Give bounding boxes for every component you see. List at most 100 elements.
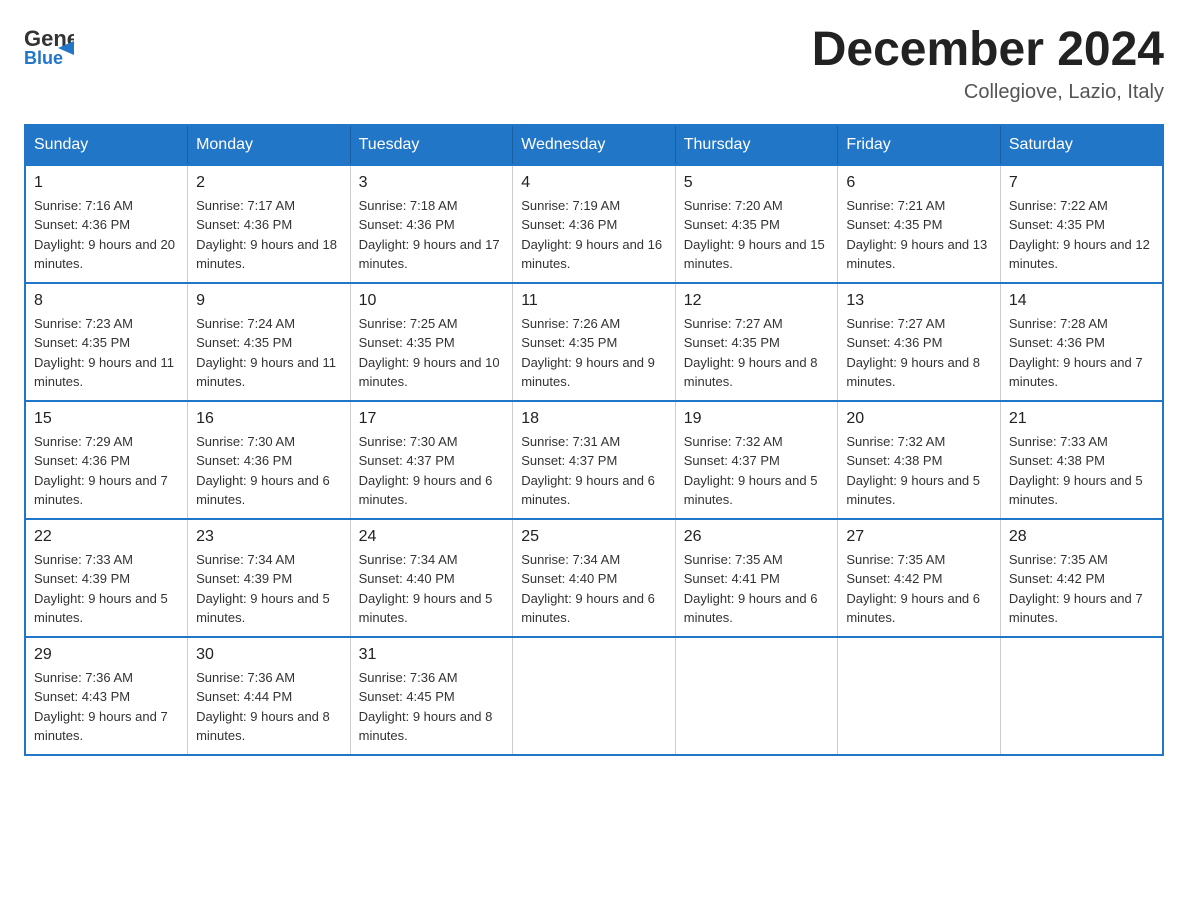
day-number: 20	[846, 410, 992, 428]
calendar-day-cell: 5 Sunrise: 7:20 AM Sunset: 4:35 PM Dayli…	[675, 165, 838, 283]
day-number: 13	[846, 292, 992, 310]
day-info: Sunrise: 7:35 AM Sunset: 4:42 PM Dayligh…	[846, 550, 992, 628]
day-number: 6	[846, 174, 992, 192]
day-number: 21	[1009, 410, 1154, 428]
svg-text:Blue: Blue	[24, 48, 63, 68]
calendar-day-cell: 10 Sunrise: 7:25 AM Sunset: 4:35 PM Dayl…	[350, 283, 513, 401]
day-number: 22	[34, 528, 179, 546]
day-number: 29	[34, 646, 179, 664]
day-number: 3	[359, 174, 505, 192]
day-info: Sunrise: 7:36 AM Sunset: 4:44 PM Dayligh…	[196, 668, 342, 746]
day-number: 8	[34, 292, 179, 310]
day-info: Sunrise: 7:35 AM Sunset: 4:42 PM Dayligh…	[1009, 550, 1154, 628]
day-info: Sunrise: 7:17 AM Sunset: 4:36 PM Dayligh…	[196, 196, 342, 274]
day-number: 7	[1009, 174, 1154, 192]
calendar-day-cell: 18 Sunrise: 7:31 AM Sunset: 4:37 PM Dayl…	[513, 401, 676, 519]
day-info: Sunrise: 7:18 AM Sunset: 4:36 PM Dayligh…	[359, 196, 505, 274]
day-info: Sunrise: 7:28 AM Sunset: 4:36 PM Dayligh…	[1009, 314, 1154, 392]
calendar-day-cell: 25 Sunrise: 7:34 AM Sunset: 4:40 PM Dayl…	[513, 519, 676, 637]
calendar-day-cell: 1 Sunrise: 7:16 AM Sunset: 4:36 PM Dayli…	[25, 165, 188, 283]
day-info: Sunrise: 7:33 AM Sunset: 4:38 PM Dayligh…	[1009, 432, 1154, 510]
calendar-body: 1 Sunrise: 7:16 AM Sunset: 4:36 PM Dayli…	[25, 165, 1163, 755]
day-info: Sunrise: 7:30 AM Sunset: 4:37 PM Dayligh…	[359, 432, 505, 510]
day-number: 31	[359, 646, 505, 664]
weekday-header-sunday: Sunday	[25, 125, 188, 165]
day-info: Sunrise: 7:30 AM Sunset: 4:36 PM Dayligh…	[196, 432, 342, 510]
calendar-day-cell: 22 Sunrise: 7:33 AM Sunset: 4:39 PM Dayl…	[25, 519, 188, 637]
day-number: 15	[34, 410, 179, 428]
weekday-header-wednesday: Wednesday	[513, 125, 676, 165]
calendar-day-cell: 13 Sunrise: 7:27 AM Sunset: 4:36 PM Dayl…	[838, 283, 1001, 401]
day-number: 12	[684, 292, 830, 310]
day-number: 10	[359, 292, 505, 310]
calendar-week-row: 1 Sunrise: 7:16 AM Sunset: 4:36 PM Dayli…	[25, 165, 1163, 283]
day-number: 9	[196, 292, 342, 310]
calendar-day-cell: 29 Sunrise: 7:36 AM Sunset: 4:43 PM Dayl…	[25, 637, 188, 755]
day-number: 17	[359, 410, 505, 428]
day-info: Sunrise: 7:22 AM Sunset: 4:35 PM Dayligh…	[1009, 196, 1154, 274]
day-info: Sunrise: 7:24 AM Sunset: 4:35 PM Dayligh…	[196, 314, 342, 392]
day-info: Sunrise: 7:35 AM Sunset: 4:41 PM Dayligh…	[684, 550, 830, 628]
calendar-day-cell: 4 Sunrise: 7:19 AM Sunset: 4:36 PM Dayli…	[513, 165, 676, 283]
calendar-day-cell: 15 Sunrise: 7:29 AM Sunset: 4:36 PM Dayl…	[25, 401, 188, 519]
day-info: Sunrise: 7:32 AM Sunset: 4:37 PM Dayligh…	[684, 432, 830, 510]
calendar-day-cell: 23 Sunrise: 7:34 AM Sunset: 4:39 PM Dayl…	[188, 519, 351, 637]
calendar-day-cell: 19 Sunrise: 7:32 AM Sunset: 4:37 PM Dayl…	[675, 401, 838, 519]
calendar-day-cell: 30 Sunrise: 7:36 AM Sunset: 4:44 PM Dayl…	[188, 637, 351, 755]
day-number: 11	[521, 292, 667, 310]
logo: General Blue	[24, 24, 74, 68]
weekday-header-row: SundayMondayTuesdayWednesdayThursdayFrid…	[25, 125, 1163, 165]
day-number: 24	[359, 528, 505, 546]
day-info: Sunrise: 7:20 AM Sunset: 4:35 PM Dayligh…	[684, 196, 830, 274]
day-number: 26	[684, 528, 830, 546]
day-info: Sunrise: 7:19 AM Sunset: 4:36 PM Dayligh…	[521, 196, 667, 274]
calendar-day-cell: 28 Sunrise: 7:35 AM Sunset: 4:42 PM Dayl…	[1000, 519, 1163, 637]
day-info: Sunrise: 7:34 AM Sunset: 4:40 PM Dayligh…	[521, 550, 667, 628]
day-number: 25	[521, 528, 667, 546]
calendar-header: SundayMondayTuesdayWednesdayThursdayFrid…	[25, 125, 1163, 165]
day-number: 19	[684, 410, 830, 428]
calendar-day-cell: 26 Sunrise: 7:35 AM Sunset: 4:41 PM Dayl…	[675, 519, 838, 637]
calendar-day-cell: 2 Sunrise: 7:17 AM Sunset: 4:36 PM Dayli…	[188, 165, 351, 283]
calendar-day-cell	[1000, 637, 1163, 755]
day-info: Sunrise: 7:34 AM Sunset: 4:39 PM Dayligh…	[196, 550, 342, 628]
day-number: 18	[521, 410, 667, 428]
weekday-header-saturday: Saturday	[1000, 125, 1163, 165]
calendar-day-cell: 27 Sunrise: 7:35 AM Sunset: 4:42 PM Dayl…	[838, 519, 1001, 637]
title-area: December 2024 Collegiove, Lazio, Italy	[812, 24, 1164, 104]
day-info: Sunrise: 7:29 AM Sunset: 4:36 PM Dayligh…	[34, 432, 179, 510]
month-title: December 2024	[812, 24, 1164, 77]
day-info: Sunrise: 7:27 AM Sunset: 4:35 PM Dayligh…	[684, 314, 830, 392]
weekday-header-tuesday: Tuesday	[350, 125, 513, 165]
day-info: Sunrise: 7:33 AM Sunset: 4:39 PM Dayligh…	[34, 550, 179, 628]
calendar-day-cell: 11 Sunrise: 7:26 AM Sunset: 4:35 PM Dayl…	[513, 283, 676, 401]
calendar-day-cell	[513, 637, 676, 755]
calendar-day-cell: 8 Sunrise: 7:23 AM Sunset: 4:35 PM Dayli…	[25, 283, 188, 401]
weekday-header-thursday: Thursday	[675, 125, 838, 165]
day-info: Sunrise: 7:25 AM Sunset: 4:35 PM Dayligh…	[359, 314, 505, 392]
day-number: 14	[1009, 292, 1154, 310]
calendar-day-cell: 20 Sunrise: 7:32 AM Sunset: 4:38 PM Dayl…	[838, 401, 1001, 519]
day-number: 2	[196, 174, 342, 192]
day-info: Sunrise: 7:34 AM Sunset: 4:40 PM Dayligh…	[359, 550, 505, 628]
day-info: Sunrise: 7:16 AM Sunset: 4:36 PM Dayligh…	[34, 196, 179, 274]
calendar-day-cell: 12 Sunrise: 7:27 AM Sunset: 4:35 PM Dayl…	[675, 283, 838, 401]
calendar-day-cell: 31 Sunrise: 7:36 AM Sunset: 4:45 PM Dayl…	[350, 637, 513, 755]
weekday-header-friday: Friday	[838, 125, 1001, 165]
calendar-day-cell: 7 Sunrise: 7:22 AM Sunset: 4:35 PM Dayli…	[1000, 165, 1163, 283]
calendar-day-cell	[675, 637, 838, 755]
calendar-day-cell: 16 Sunrise: 7:30 AM Sunset: 4:36 PM Dayl…	[188, 401, 351, 519]
day-info: Sunrise: 7:23 AM Sunset: 4:35 PM Dayligh…	[34, 314, 179, 392]
day-info: Sunrise: 7:32 AM Sunset: 4:38 PM Dayligh…	[846, 432, 992, 510]
calendar-day-cell: 6 Sunrise: 7:21 AM Sunset: 4:35 PM Dayli…	[838, 165, 1001, 283]
page-header: General Blue December 2024 Collegiove, L…	[24, 24, 1164, 104]
calendar-day-cell: 14 Sunrise: 7:28 AM Sunset: 4:36 PM Dayl…	[1000, 283, 1163, 401]
day-info: Sunrise: 7:36 AM Sunset: 4:43 PM Dayligh…	[34, 668, 179, 746]
day-number: 27	[846, 528, 992, 546]
day-info: Sunrise: 7:21 AM Sunset: 4:35 PM Dayligh…	[846, 196, 992, 274]
calendar-day-cell	[838, 637, 1001, 755]
day-number: 16	[196, 410, 342, 428]
location: Collegiove, Lazio, Italy	[812, 81, 1164, 104]
calendar-table: SundayMondayTuesdayWednesdayThursdayFrid…	[24, 124, 1164, 756]
day-number: 30	[196, 646, 342, 664]
